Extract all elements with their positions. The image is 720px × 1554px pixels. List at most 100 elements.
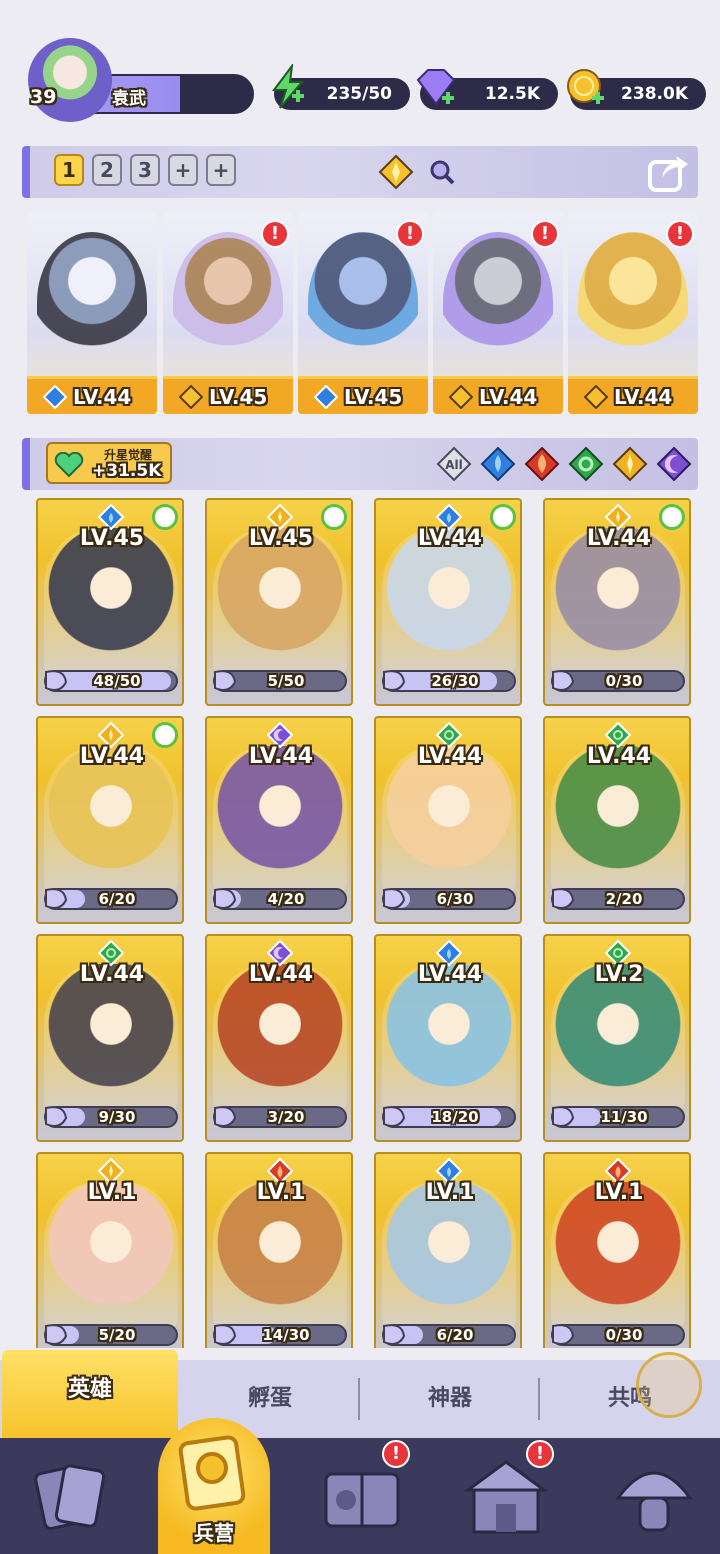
hero-card[interactable]: LV.44 3/20 bbox=[205, 934, 353, 1142]
hero-card[interactable]: LV.44 0/30 bbox=[543, 498, 691, 706]
purple-gem-icon bbox=[416, 69, 456, 106]
energy-counter[interactable]: 235/50 bbox=[272, 64, 410, 110]
team-slot-level-text: LV.45 bbox=[209, 385, 268, 409]
team-slot-level: LV.44 bbox=[568, 376, 698, 414]
hero-level: LV.44 bbox=[417, 526, 483, 551]
team-slot-5[interactable]: ! LV.44 bbox=[568, 212, 698, 414]
compass-icon[interactable] bbox=[636, 1352, 702, 1418]
shard-progress-bar: 0/30 bbox=[551, 670, 685, 692]
mushroom-icon bbox=[615, 1471, 693, 1532]
nav-barracks[interactable]: 兵营 bbox=[158, 1418, 270, 1554]
hero-level: LV.44 bbox=[248, 744, 314, 769]
gem-value: 12.5K bbox=[484, 84, 540, 104]
nav-spellbook[interactable]: ! bbox=[312, 1440, 412, 1544]
team-tab-2[interactable]: 2 bbox=[92, 154, 122, 186]
shard-progress-text: 0/30 bbox=[605, 672, 643, 690]
filter-all-label: All bbox=[445, 458, 463, 472]
sub-tab-bar: 英雄 孵蛋 神器 共鸣 bbox=[0, 1350, 720, 1438]
hero-level: LV.44 bbox=[586, 744, 652, 769]
water-element-icon bbox=[314, 385, 338, 409]
top-bar: 袁武 39 235/50 12.5K 238.0K bbox=[0, 30, 720, 125]
shard-progress-text: 48/50 bbox=[93, 672, 141, 690]
team-tab-add-1[interactable]: + bbox=[168, 154, 198, 186]
shard-progress-bar: 6/20 bbox=[44, 888, 178, 910]
team-tab-1[interactable]: 1 bbox=[54, 154, 84, 186]
barracks-icon bbox=[178, 1435, 246, 1511]
tab-heroes[interactable]: 英雄 bbox=[2, 1350, 178, 1438]
hero-level: LV.2 bbox=[594, 962, 644, 987]
gem-counter[interactable]: 12.5K bbox=[416, 69, 558, 110]
team-slot-level-text: LV.45 bbox=[344, 385, 403, 409]
hero-card[interactable]: LV.44 6/30 bbox=[374, 716, 522, 924]
alert-badge: ! bbox=[531, 220, 559, 248]
hero-level: LV.44 bbox=[417, 962, 483, 987]
team-slot-level-text: LV.44 bbox=[614, 385, 673, 409]
filter-dark-icon[interactable] bbox=[656, 446, 692, 482]
shard-progress-text: 14/30 bbox=[262, 1326, 310, 1344]
shard-progress-bar: 6/20 bbox=[382, 1324, 516, 1346]
hero-card[interactable]: LV.44 6/20 bbox=[36, 716, 184, 924]
light-element-icon bbox=[179, 385, 203, 409]
nav-cards[interactable] bbox=[20, 1448, 120, 1544]
filter-fire-icon[interactable] bbox=[524, 446, 560, 482]
filter-light-icon[interactable] bbox=[612, 446, 648, 482]
hero-portrait bbox=[37, 232, 147, 372]
hero-card[interactable]: LV.1 5/20 bbox=[36, 1152, 184, 1348]
hero-level: LV.45 bbox=[79, 526, 145, 551]
filter-wind-icon[interactable] bbox=[568, 446, 604, 482]
filter-all-icon[interactable]: All bbox=[436, 446, 472, 482]
water-element-icon bbox=[43, 385, 67, 409]
shard-progress-bar: 5/20 bbox=[44, 1324, 178, 1346]
gold-counter[interactable]: 238.0K bbox=[567, 69, 706, 110]
shard-progress-text: 5/20 bbox=[98, 1326, 136, 1344]
light-element-icon bbox=[584, 385, 608, 409]
nav-shrine[interactable]: ! bbox=[456, 1440, 556, 1544]
hero-card[interactable]: LV.44 4/20 bbox=[205, 716, 353, 924]
hero-card[interactable]: LV.1 0/30 bbox=[543, 1152, 691, 1348]
hero-grid: LV.45 48/50 LV.45 5/50 LV.44 26/30 LV.44 0/30 LV… bbox=[0, 498, 720, 1348]
shard-progress-bar: 11/30 bbox=[551, 1106, 685, 1128]
shard-progress-bar: 18/20 bbox=[382, 1106, 516, 1128]
hero-card[interactable]: LV.45 48/50 bbox=[36, 498, 184, 706]
hero-level: LV.44 bbox=[248, 962, 314, 987]
hero-level: LV.1 bbox=[425, 1180, 475, 1205]
light-element-icon[interactable] bbox=[378, 154, 414, 190]
heart-icon bbox=[54, 452, 84, 478]
hero-level: LV.44 bbox=[586, 526, 652, 551]
hero-level: LV.44 bbox=[79, 744, 145, 769]
hero-card[interactable]: LV.44 26/30 bbox=[374, 498, 522, 706]
star-awaken-button[interactable]: 升星觉醒 +31.5K bbox=[46, 442, 172, 484]
hero-portrait bbox=[443, 232, 553, 372]
shard-progress-bar: 14/30 bbox=[213, 1324, 347, 1346]
search-icon[interactable] bbox=[428, 158, 456, 186]
hero-card[interactable]: LV.44 18/20 bbox=[374, 934, 522, 1142]
shard-progress-text: 18/20 bbox=[431, 1108, 479, 1126]
tab-artifact[interactable]: 神器 bbox=[360, 1360, 540, 1438]
filter-water-icon[interactable] bbox=[480, 446, 516, 482]
shard-progress-bar: 48/50 bbox=[44, 670, 178, 692]
nav-guild[interactable] bbox=[604, 1448, 704, 1544]
nav-barracks-label: 兵营 bbox=[194, 1521, 234, 1545]
team-slot-1[interactable]: LV.44 bbox=[27, 212, 157, 414]
shard-progress-text: 6/20 bbox=[98, 890, 136, 908]
hero-card[interactable]: LV.1 6/20 bbox=[374, 1152, 522, 1348]
team-tab-3[interactable]: 3 bbox=[130, 154, 160, 186]
shard-progress-text: 6/20 bbox=[436, 1326, 474, 1344]
team-tab-add-2[interactable]: + bbox=[206, 154, 236, 186]
share-icon[interactable] bbox=[646, 150, 690, 194]
hero-card[interactable]: LV.44 9/30 bbox=[36, 934, 184, 1142]
hero-card[interactable]: LV.1 14/30 bbox=[205, 1152, 353, 1348]
bottom-nav: ! ! bbox=[0, 1438, 720, 1554]
team-slot-2[interactable]: ! LV.45 bbox=[163, 212, 293, 414]
shard-progress-text: 26/30 bbox=[431, 672, 479, 690]
alert-badge: ! bbox=[261, 220, 289, 248]
shard-progress-bar: 26/30 bbox=[382, 670, 516, 692]
hero-card[interactable]: LV.2 11/30 bbox=[543, 934, 691, 1142]
hero-level: LV.1 bbox=[256, 1180, 306, 1205]
hero-card[interactable]: LV.44 2/20 bbox=[543, 716, 691, 924]
team-selector-bar: 1 2 3 + + bbox=[22, 146, 698, 198]
hero-card[interactable]: LV.45 5/50 bbox=[205, 498, 353, 706]
team-slot-3[interactable]: ! LV.45 bbox=[298, 212, 428, 414]
gold-coin-icon bbox=[567, 69, 604, 104]
team-slot-4[interactable]: ! LV.44 bbox=[433, 212, 563, 414]
